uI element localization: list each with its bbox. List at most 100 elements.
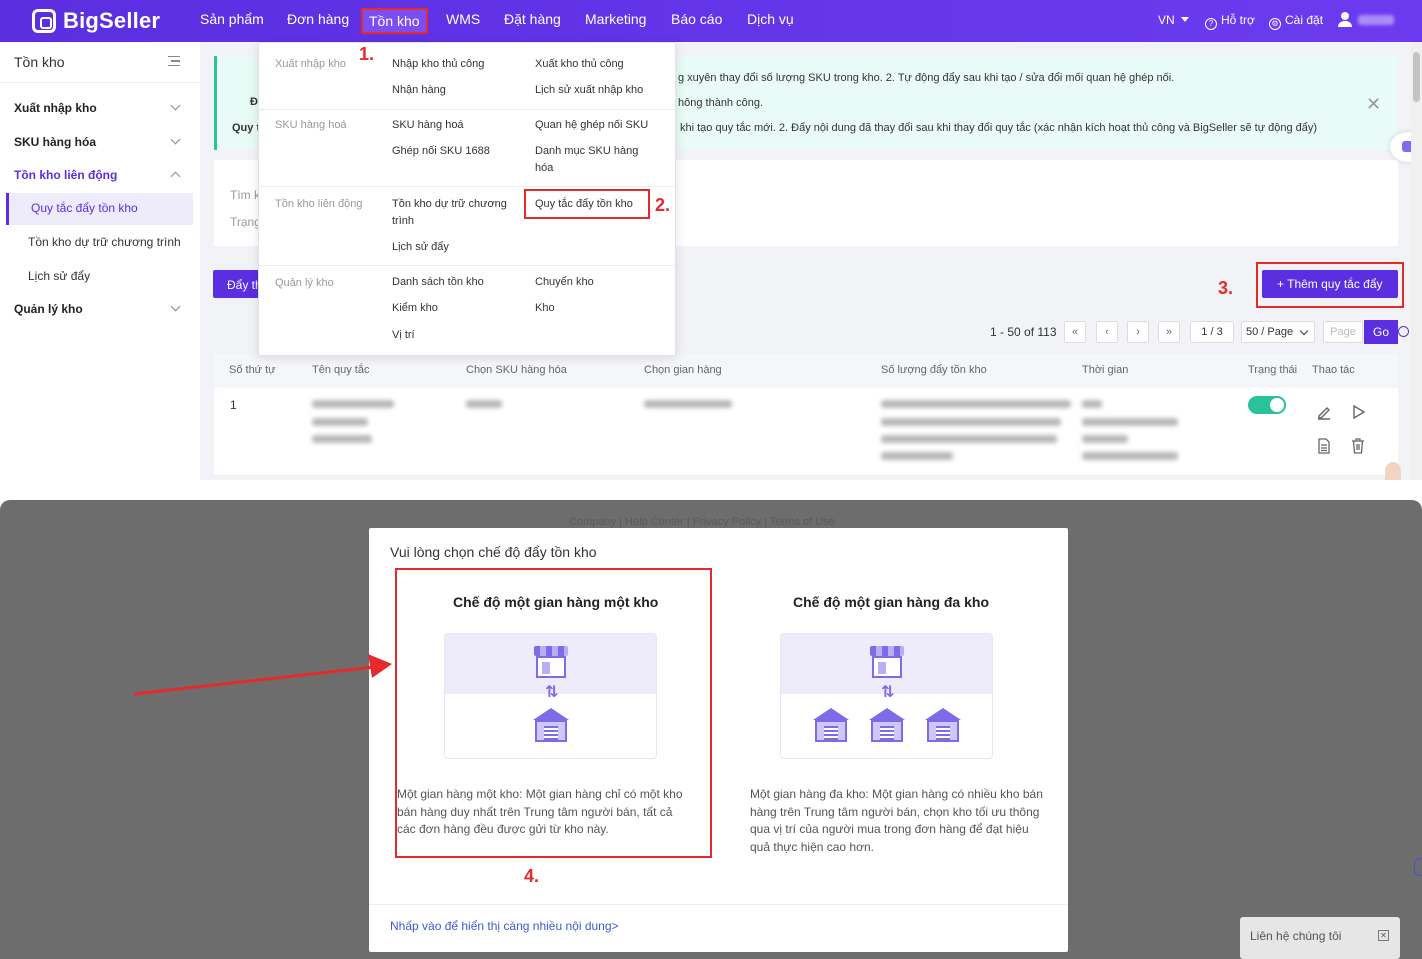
- chevron-down-icon[interactable]: [170, 301, 181, 312]
- gear-icon: ⚙: [1269, 18, 1281, 30]
- logo[interactable]: BigSeller: [32, 8, 160, 34]
- menu-item-stock-list[interactable]: Danh sách tồn kho: [392, 274, 484, 291]
- modal-title: Vui lòng chọn chế độ đẩy tồn kho: [390, 544, 597, 560]
- user-name-blurred: [1358, 15, 1394, 25]
- nav-marketing[interactable]: Marketing: [585, 11, 646, 27]
- last-page-button[interactable]: »: [1158, 321, 1180, 343]
- nav-inventory[interactable]: Tồn kho: [361, 8, 428, 34]
- menu-item-manual-outbound[interactable]: Xuất kho thủ công: [535, 56, 624, 73]
- push-button[interactable]: Đẩy th: [213, 270, 262, 298]
- nav-reports[interactable]: Báo cáo: [671, 11, 722, 27]
- blurred-text: [881, 400, 1071, 408]
- page-size-select[interactable]: 50 / Page: [1241, 321, 1315, 343]
- settings-link[interactable]: ⚙ Cài đặt: [1269, 13, 1323, 30]
- contact-label: Liên hệ chúng tôi: [1250, 929, 1342, 943]
- nav-purchase[interactable]: Đặt hàng: [504, 11, 561, 27]
- blurred-text: [312, 418, 368, 426]
- menu-item-io-history[interactable]: Lịch sử xuất nhập kho: [535, 82, 643, 99]
- page-size-label: 50 / Page: [1246, 326, 1294, 338]
- multi-warehouse-illustration[interactable]: ⇅: [780, 633, 993, 759]
- notice-line-2: hông thành công.: [678, 97, 764, 109]
- notice-line-3: khi tạo quy tắc mới. 2. Đẩy nội dung đã …: [680, 122, 1318, 134]
- caret-down-icon: [1180, 17, 1189, 22]
- menu-item-warehouse[interactable]: Kho: [535, 300, 555, 317]
- menu-item-receiving[interactable]: Nhận hàng: [392, 82, 446, 99]
- chevron-down-icon[interactable]: [170, 134, 181, 145]
- blurred-text: [1082, 418, 1178, 426]
- sidebar-item-label: Quy tắc đẩy tồn kho: [31, 201, 138, 215]
- sidebar-group-warehouse[interactable]: Quản lý kho: [14, 302, 83, 316]
- sidebar-group-sku[interactable]: SKU hàng hóa: [14, 135, 96, 149]
- sidebar-group-linked-stock[interactable]: Tồn kho liên động: [14, 168, 117, 182]
- menu-item-sku-catalog[interactable]: Danh mục SKU hàng hóa: [535, 143, 655, 177]
- sidebar: Tồn kho Xuất nhập kho SKU hàng hóa Tồn k…: [0, 42, 200, 480]
- store-icon: [870, 646, 904, 678]
- blurred-text: [881, 452, 953, 460]
- prev-page-button[interactable]: ‹: [1096, 321, 1118, 343]
- chevron-down-icon[interactable]: [170, 100, 181, 111]
- go-button[interactable]: Go: [1364, 320, 1398, 344]
- step-marker-4: 4.: [524, 866, 540, 886]
- push-mode-screen: Company | Help Center | Privacy Policy |…: [0, 500, 1422, 959]
- blurred-text: [1082, 400, 1102, 408]
- blurred-text: [1082, 452, 1178, 460]
- sidebar-item-reserved-stock[interactable]: Tồn kho dự trữ chương trình: [28, 235, 181, 249]
- collapse-sidebar-icon[interactable]: [168, 56, 180, 66]
- first-page-button[interactable]: «: [1064, 321, 1086, 343]
- menu-item-transfer[interactable]: Chuyển kho: [535, 274, 594, 291]
- trash-icon[interactable]: [1350, 438, 1366, 454]
- warehouse-icon: [925, 708, 961, 742]
- menu-category: Quản lý kho: [275, 277, 334, 289]
- sidebar-group-stock-io[interactable]: Xuất nhập kho: [14, 101, 97, 115]
- page-root: BigSeller Sản phẩm Đơn hàng Tồn kho WMS …: [0, 0, 1422, 959]
- menu-item-sku[interactable]: SKU hàng hoá: [392, 117, 464, 134]
- sidebar-item-push-rules[interactable]: Quy tắc đẩy tồn kho: [6, 193, 193, 225]
- status-toggle[interactable]: [1248, 396, 1286, 414]
- menu-item-stocktake[interactable]: Kiểm kho: [392, 300, 438, 317]
- menu-item-sku-mapping[interactable]: Quan hệ ghép nối SKU: [535, 117, 648, 134]
- chevron-down-icon: [1299, 326, 1309, 336]
- highlight-add-rule: [1256, 262, 1404, 308]
- menu-item-reserved-stock[interactable]: Tồn kho dự trữ chương trình: [392, 196, 518, 230]
- arrow-icon: [133, 654, 392, 696]
- highlight-single-warehouse: [395, 568, 712, 858]
- close-icon[interactable]: ✕: [1366, 94, 1381, 115]
- menu-item-location[interactable]: Vị trí: [392, 327, 415, 344]
- menu-item-manual-inbound[interactable]: Nhập kho thủ công: [392, 56, 484, 73]
- help-link[interactable]: ? Hỗ trợ: [1205, 13, 1255, 30]
- multi-warehouse-title[interactable]: Chế độ một gian hàng đa kho: [793, 594, 989, 610]
- user-icon[interactable]: [1338, 12, 1352, 28]
- nav-wms[interactable]: WMS: [446, 11, 480, 27]
- highlight-push-rules: [524, 189, 650, 219]
- scrollbar[interactable]: [1411, 42, 1422, 480]
- show-more-link[interactable]: Nhấp vào để hiển thị càng nhiều nội dung…: [390, 919, 619, 933]
- edit-icon[interactable]: [1316, 405, 1332, 421]
- play-icon[interactable]: [1350, 404, 1366, 420]
- inventory-screen: BigSeller Sản phẩm Đơn hàng Tồn kho WMS …: [0, 0, 1422, 480]
- side-tab[interactable]: [1414, 858, 1422, 876]
- menu-item-push-history[interactable]: Lịch sử đẩy: [392, 239, 449, 256]
- sidebar-item-push-history[interactable]: Lịch sử đẩy: [28, 269, 90, 283]
- nav-orders[interactable]: Đơn hàng: [287, 11, 349, 27]
- chevron-up-icon[interactable]: [170, 171, 181, 182]
- divider: [259, 265, 675, 266]
- step-marker-1: 1.: [359, 44, 375, 64]
- pagination-summary: 1 - 50 of 113: [990, 325, 1057, 339]
- next-page-button[interactable]: ›: [1127, 321, 1149, 343]
- nav-products[interactable]: Sản phẩm: [200, 11, 264, 27]
- scrollbar-thumb[interactable]: [1413, 52, 1420, 102]
- settings-label: Cài đặt: [1285, 13, 1324, 27]
- close-icon[interactable]: ✕: [1378, 930, 1389, 941]
- col-status: Trạng thái: [1248, 364, 1298, 376]
- search-icon[interactable]: [1398, 326, 1409, 337]
- language-select[interactable]: VN: [1158, 13, 1189, 27]
- nav-services[interactable]: Dịch vụ: [747, 11, 794, 27]
- support-avatar[interactable]: [1385, 462, 1401, 480]
- contact-widget[interactable]: Liên hệ chúng tôi ✕: [1240, 917, 1400, 959]
- row-index: 1: [230, 398, 237, 412]
- menu-item-sku-1688[interactable]: Ghép nối SKU 1688: [392, 143, 490, 160]
- document-icon[interactable]: [1316, 438, 1332, 454]
- divider: [369, 904, 1068, 905]
- page-input[interactable]: Page: [1323, 321, 1363, 343]
- top-nav: BigSeller Sản phẩm Đơn hàng Tồn kho WMS …: [0, 0, 1422, 42]
